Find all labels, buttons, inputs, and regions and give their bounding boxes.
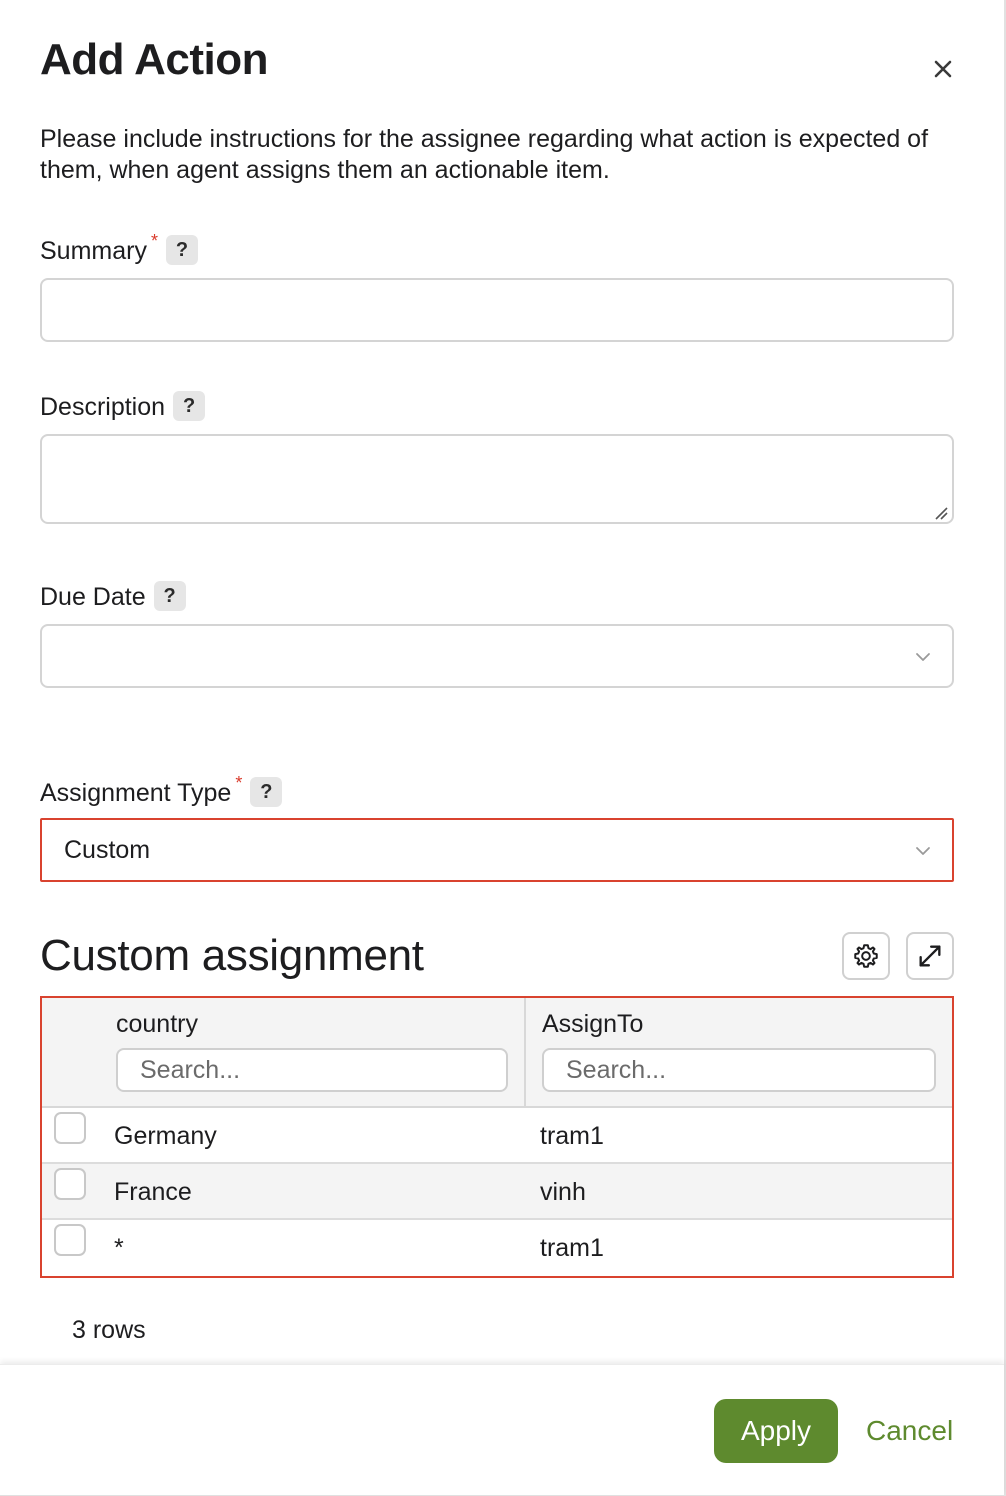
- assignment-type-help-icon[interactable]: ?: [250, 777, 283, 807]
- dialog-title: Add Action: [40, 35, 269, 84]
- description-textarea[interactable]: [40, 434, 954, 524]
- assignment-type-value: Custom: [64, 836, 151, 864]
- dialog-footer: Apply Cancel: [0, 1364, 1004, 1495]
- resize-grip-icon[interactable]: [934, 506, 948, 520]
- due-date-label-row: Due Date ?: [40, 580, 186, 614]
- table-row[interactable]: Germany tram1: [42, 1108, 952, 1164]
- due-date-label: Due Date: [40, 583, 146, 611]
- assignment-type-label-row: Assignment Type * ?: [40, 773, 283, 810]
- custom-assignment-title: Custom assignment: [40, 931, 424, 980]
- cell-assignto: tram1: [540, 1234, 604, 1262]
- gear-icon: [854, 944, 878, 968]
- expand-icon: [919, 945, 941, 967]
- due-date-help-icon[interactable]: ?: [153, 581, 186, 611]
- apply-button[interactable]: Apply: [714, 1399, 838, 1463]
- cell-country: Germany: [114, 1122, 217, 1150]
- cancel-button[interactable]: Cancel: [866, 1399, 966, 1463]
- chevron-down-icon: [916, 653, 930, 661]
- custom-assignment-grid: country AssignTo Germany tram1 France vi…: [40, 996, 954, 1278]
- row-checkbox[interactable]: [54, 1112, 86, 1144]
- dialog-instructions: Please include instructions for the assi…: [40, 125, 929, 184]
- due-date-select[interactable]: [40, 624, 954, 688]
- close-icon: [934, 60, 952, 78]
- grid-header: country AssignTo: [42, 998, 952, 1108]
- table-row[interactable]: * tram1: [42, 1220, 952, 1274]
- description-label: Description: [40, 393, 166, 421]
- grid-settings-button[interactable]: [842, 932, 890, 980]
- description-label-row: Description ?: [40, 390, 206, 424]
- summary-label-row: Summary * ?: [40, 231, 198, 268]
- assignment-type-select[interactable]: Custom: [40, 818, 954, 882]
- grid-expand-button[interactable]: [906, 932, 954, 980]
- row-checkbox[interactable]: [54, 1224, 86, 1256]
- table-row[interactable]: France vinh: [42, 1164, 952, 1220]
- column-header-assignto[interactable]: AssignTo: [542, 1008, 643, 1040]
- row-checkbox[interactable]: [54, 1168, 86, 1200]
- assignment-type-required-mark: *: [235, 773, 243, 793]
- column-divider[interactable]: [524, 998, 526, 1106]
- cell-country: France: [114, 1178, 192, 1206]
- cell-assignto: vinh: [540, 1178, 586, 1206]
- assignment-type-label: Assignment Type: [40, 779, 232, 807]
- summary-input[interactable]: [40, 278, 954, 342]
- summary-help-icon[interactable]: ?: [165, 235, 198, 265]
- chevron-down-icon: [916, 847, 930, 855]
- column-header-country[interactable]: country: [116, 1008, 198, 1040]
- assignto-search-input[interactable]: [542, 1048, 936, 1092]
- country-search-input[interactable]: [116, 1048, 508, 1092]
- cell-country: *: [114, 1234, 124, 1262]
- summary-required-mark: *: [150, 231, 158, 251]
- row-count: 3 rows: [72, 1316, 146, 1344]
- description-help-icon[interactable]: ?: [173, 391, 206, 421]
- summary-label: Summary: [40, 237, 147, 265]
- close-button[interactable]: [928, 54, 958, 84]
- cell-assignto: tram1: [540, 1122, 604, 1150]
- add-action-dialog: Add Action Please include instructions f…: [0, 0, 1006, 1496]
